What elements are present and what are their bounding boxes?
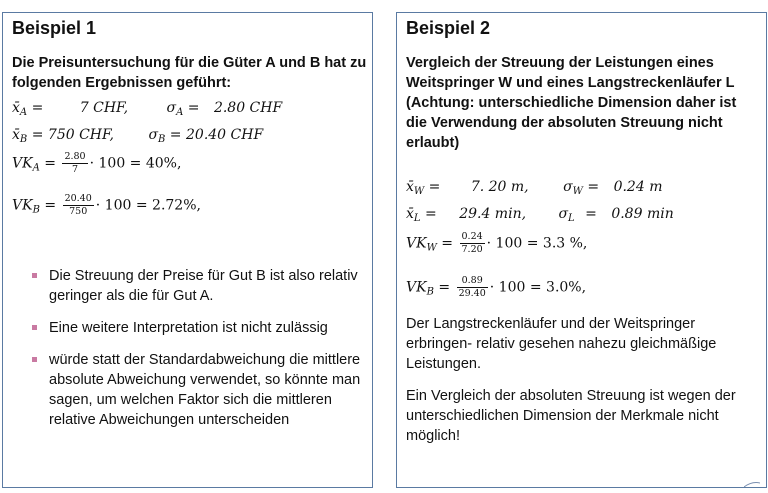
example-2-panel: Beispiel 2 Vergleich der Streuung der Le… (396, 12, 767, 488)
mean-l-value: 29.4 min, (459, 206, 527, 222)
example-2-title: Beispiel 2 (406, 18, 491, 38)
formula-vk-b: VKB = 20.40 750 · 100 = 2.72%, (12, 193, 201, 217)
list-item: Eine weitere Interpretation ist nicht zu… (12, 318, 362, 338)
vk-a-result: · 100 = 40%, (89, 155, 182, 172)
bullet-square-icon (32, 273, 37, 278)
formula-mean-l: x̄L = 29.4 min, σL = 0.89 min (406, 206, 674, 224)
example-1-subtitle: Die Preisuntersuchung für die Güter A un… (12, 55, 367, 91)
bullet-square-icon (32, 357, 37, 362)
sigma-l-value: 0.89 min (611, 206, 674, 222)
sigma-b-value: 20.40 CHF (186, 127, 264, 143)
formula-mean-b: x̄B = 750 CHF, σB = 20.40 CHF (12, 127, 264, 145)
vk-b-2-result: · 100 = 3.0%, (489, 279, 587, 296)
formula-vk-b-2: VKB = 0.89 29.40 · 100 = 3.0%, (406, 275, 587, 299)
formula-mean-a: x̄A = 7 CHF, σA = 2.80 CHF (12, 100, 283, 118)
list-item: Die Streuung der Preise für Gut B ist al… (12, 266, 362, 306)
fraction-vk-w: 0.24 7.20 (459, 231, 485, 255)
formula-mean-w: x̄W = 7. 20 m, σW = 0.24 m (406, 179, 663, 197)
fraction-vk-b: 20.40 750 (62, 193, 94, 217)
mean-b-value: 750 CHF, (47, 127, 114, 143)
sigma-a-value: 2.80 CHF (213, 100, 283, 116)
formula-vk-w: VKW = 0.24 7.20 · 100 = 3.3 %, (406, 231, 588, 255)
vk-w-result: · 100 = 3.3 %, (486, 235, 588, 252)
fraction-vk-b-2: 0.89 29.40 (456, 275, 488, 299)
interpretation-list: Die Streuung der Preise für Gut B ist al… (12, 266, 362, 442)
example-1-panel: Beispiel 1 Die Preisuntersuchung für die… (2, 12, 373, 488)
mean-a-value: 7 CHF, (79, 100, 129, 116)
conclusion-paragraph: Der Langstreckenläufer und der Weitsprin… (406, 316, 717, 372)
example-2-subtitle: Vergleich der Streuung der Leistungen ei… (406, 55, 737, 151)
bullet-square-icon (32, 325, 37, 330)
sigma-w-value: 0.24 m (613, 179, 663, 195)
example-1-title: Beispiel 1 (12, 18, 97, 38)
mean-w-value: 7. 20 m, (470, 179, 529, 195)
vk-b-result: · 100 = 2.72%, (95, 197, 201, 214)
page-curl-icon (744, 482, 760, 487)
note-paragraph: Ein Vergleich der absoluten Streuung ist… (406, 388, 736, 444)
fraction-vk-a: 2.80 7 (62, 151, 88, 175)
list-item: würde statt der Standardabweichung die m… (12, 350, 362, 430)
formula-vk-a: VKA = 2.80 7 · 100 = 40%, (12, 151, 182, 175)
